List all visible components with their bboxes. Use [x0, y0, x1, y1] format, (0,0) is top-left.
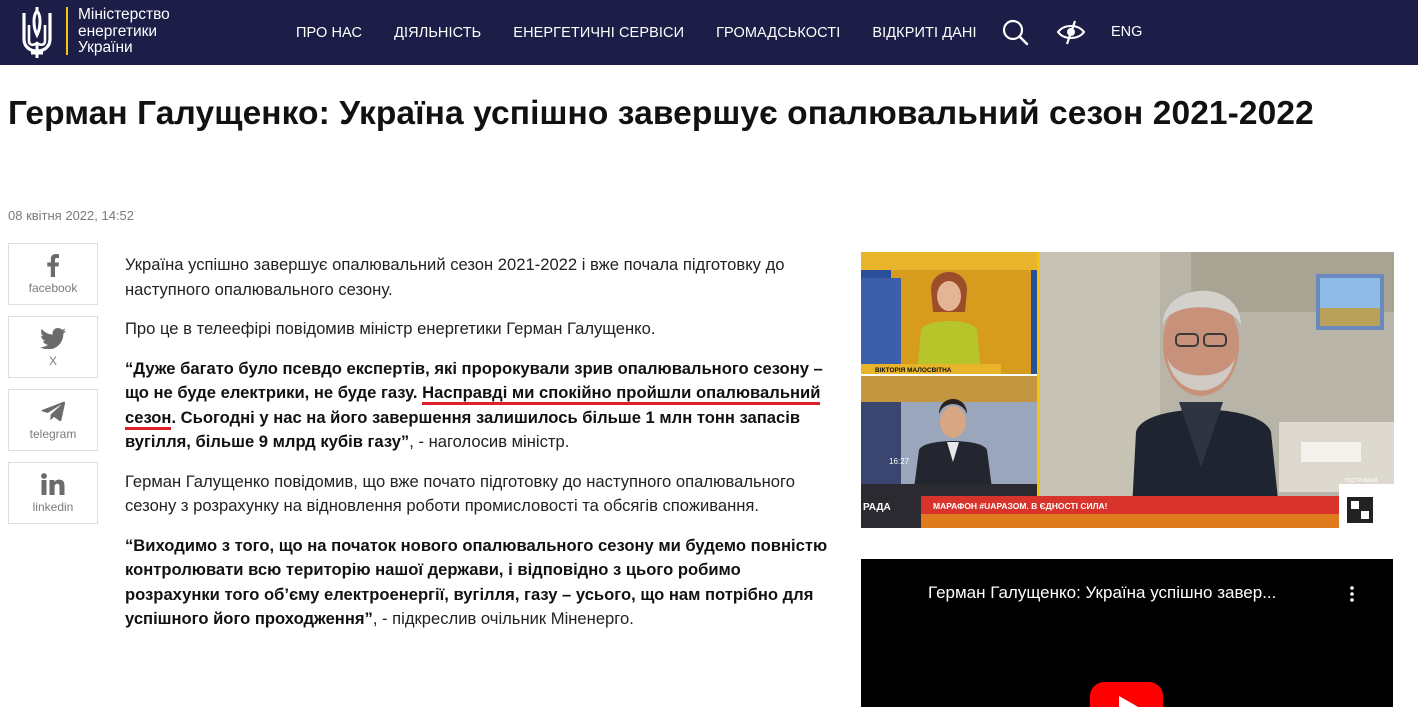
nav-item-open-data[interactable]: ВІДКРИТІ ДАНІ	[872, 25, 976, 41]
logo-divider	[66, 7, 68, 55]
twitter-bird-icon	[9, 325, 97, 351]
nav-item-energy-services[interactable]: ЕНЕРГЕТИЧНІ СЕРВІСИ	[513, 25, 684, 41]
accessibility-icon[interactable]	[1056, 18, 1086, 47]
logo-line: енергетики	[78, 22, 158, 40]
photo-ticker: МАРАФОН #UAРАЗОМ. В ЄДНОСТІ СИЛА!	[933, 501, 1108, 511]
nav-item-public[interactable]: ГРОМАДСЬКОСТІ	[716, 25, 840, 41]
photo-badge-line2: АРМІЮ	[1351, 485, 1378, 494]
page-title: Герман Галущенко: Україна успішно заверш…	[8, 95, 1314, 132]
quote-attribution: , - підкреслив очільник Міненерго.	[372, 609, 634, 628]
article-body: Україна успішно завершує опалювальний се…	[125, 253, 840, 647]
share-label: X	[48, 354, 57, 368]
share-linkedin-button[interactable]: linkedin	[8, 462, 98, 524]
logo-line: України	[78, 39, 133, 56]
search-icon[interactable]	[1001, 18, 1030, 47]
telegram-icon	[9, 398, 97, 424]
photo-caption-name: ВІКТОРІЯ МАЛОСВІТНА	[875, 367, 952, 374]
nav-item-activity[interactable]: ДІЯЛЬНІСТЬ	[394, 25, 481, 41]
share-label: telegram	[29, 427, 77, 441]
quote-attribution: , - наголосив міністр.	[409, 432, 570, 451]
nav-item-about[interactable]: ПРО НАС	[296, 25, 362, 41]
share-label: facebook	[28, 281, 78, 295]
more-vert-icon[interactable]	[1348, 585, 1356, 603]
share-telegram-button[interactable]: telegram	[8, 389, 98, 451]
linkedin-icon	[9, 471, 97, 497]
photo-channel-name: РАДА	[863, 502, 891, 513]
article-paragraph: Герман Галущенко повідомив, що вже почат…	[125, 471, 795, 516]
logo-line: Міністерство	[78, 6, 170, 23]
share-label: linkedin	[32, 500, 74, 514]
share-facebook-button[interactable]: facebook	[8, 243, 98, 305]
site-header: Міністерство енергетики України ПРО НАС …	[0, 0, 1418, 65]
youtube-video-embed[interactable]: Герман Галущенко: Україна успішно завер.…	[861, 559, 1393, 707]
article-paragraph: Про це в телеефірі повідомив міністр ене…	[125, 319, 656, 338]
facebook-icon	[9, 252, 97, 278]
photo-clock: 16:27	[889, 457, 910, 466]
article-paragraph: Україна успішно завершує опалювальний се…	[125, 255, 785, 299]
photo-badge-line1: ПІДТРИМАЙ	[1345, 476, 1377, 484]
article-quote: “Дуже багато було псевдо експертів, які …	[125, 357, 840, 455]
publish-date: 08 квітня 2022, 14:52	[8, 208, 135, 223]
trident-logo-icon[interactable]	[19, 5, 55, 60]
ministry-logo-text[interactable]: Міністерство енергетики України	[78, 6, 170, 57]
article-photo: ВІКТОРІЯ МАЛОСВІТНА 16:27 РАДА МАРАФОН #…	[861, 252, 1394, 528]
share-x-button[interactable]: X	[8, 316, 98, 378]
video-title[interactable]: Герман Галущенко: Україна успішно завер.…	[928, 583, 1276, 603]
main-nav: ПРО НАС ДІЯЛЬНІСТЬ ЕНЕРГЕТИЧНІ СЕРВІСИ Г…	[296, 0, 1009, 65]
language-switch[interactable]: ENG	[1111, 24, 1142, 40]
article-quote: “Виходимо з того, що на початок нового о…	[125, 534, 840, 632]
youtube-play-icon[interactable]	[1090, 682, 1163, 707]
